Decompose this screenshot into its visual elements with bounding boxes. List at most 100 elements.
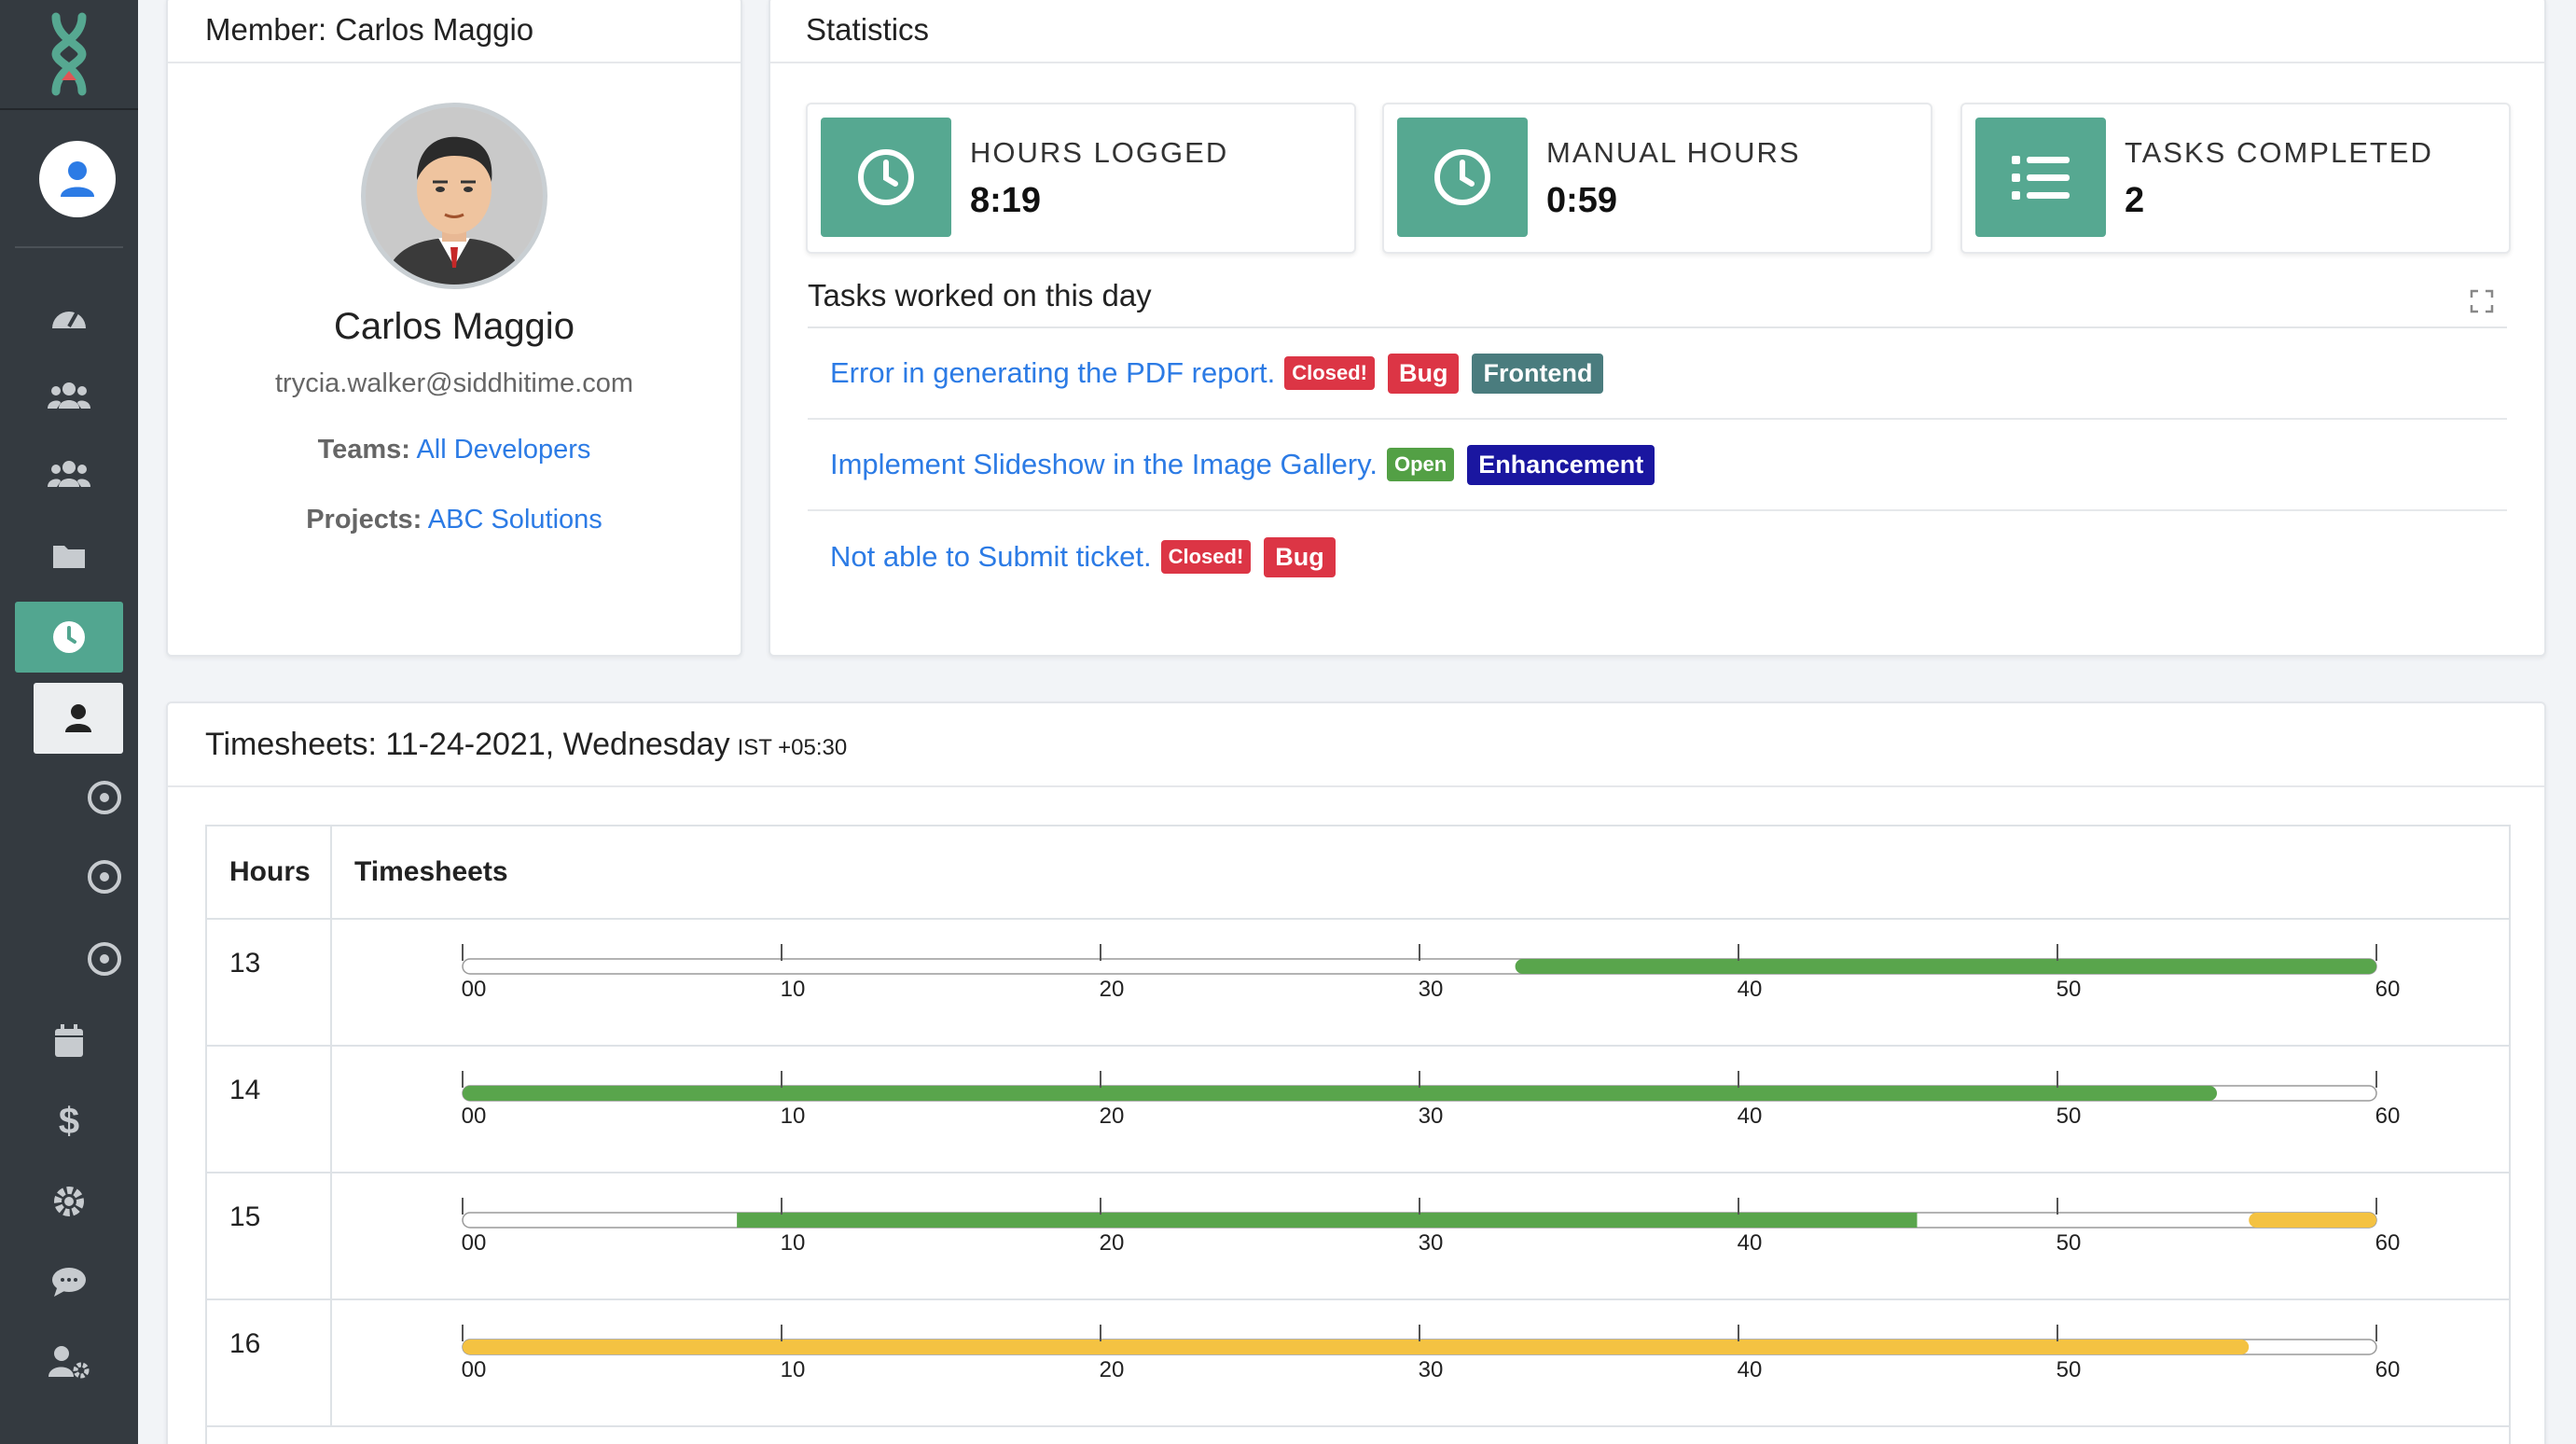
timeline-tick-label: 50: [2057, 1357, 2082, 1382]
users-icon: [48, 382, 90, 409]
member-card: Member: Carlos Maggio Carlos Maggio tryc…: [166, 0, 742, 657]
sidebar-subitem-radio-3[interactable]: [88, 942, 121, 976]
timeline-tick-label: 40: [1738, 1230, 1763, 1256]
tag-badge: Bug: [1387, 353, 1460, 394]
timeline-tick-label: 10: [781, 1230, 806, 1256]
user-icon: [61, 161, 94, 197]
user-avatar-button[interactable]: [39, 141, 116, 217]
sidebar-item-user-settings[interactable]: [15, 1326, 123, 1397]
expand-icon[interactable]: [2470, 289, 2494, 318]
member-teams: Teams: All Developers: [168, 435, 741, 465]
timeline-segment-tracked[interactable]: [463, 1086, 2217, 1101]
timeline-tick-label: 60: [2375, 1230, 2401, 1256]
sidebar-item-chat[interactable]: [15, 1246, 123, 1317]
list-icon: [1975, 118, 2106, 237]
statistics-card: Statistics HOURS LOGGED 8:19 MANUAL HOUR…: [769, 0, 2546, 657]
timeline-cell: 00 10 20 30 40 50 60: [332, 1047, 2509, 1172]
sidebar-item-settings[interactable]: [15, 1166, 123, 1237]
timeline-tick-label: 30: [1419, 1230, 1444, 1256]
clock-icon: [53, 621, 85, 653]
timeline-tick-label: 50: [2057, 1104, 2082, 1129]
timeline-tick-label: 20: [1100, 1357, 1125, 1382]
status-badge: Closed!: [1160, 540, 1252, 574]
projects-link[interactable]: ABC Solutions: [428, 505, 602, 535]
sidebar-item-teams[interactable]: [15, 438, 123, 509]
user-cog-icon: [48, 1346, 90, 1379]
app-logo[interactable]: [0, 0, 138, 110]
timeline-tick-label: 00: [462, 1104, 487, 1129]
member-projects: Projects: ABC Solutions: [168, 505, 741, 535]
status-badge: Open: [1386, 448, 1455, 481]
stat-manual-hours: MANUAL HOURS 0:59: [1382, 103, 1932, 254]
teams-link[interactable]: All Developers: [416, 435, 590, 465]
timeline-tick-label: 30: [1419, 977, 1444, 1002]
timeline-tick-label: 20: [1100, 1230, 1125, 1256]
col-timesheets: Timesheets: [354, 856, 508, 887]
sidebar-subitem-radio-1[interactable]: [88, 781, 121, 814]
sidebar-item-projects[interactable]: [15, 521, 123, 591]
timeline-tick-label: 30: [1419, 1104, 1444, 1129]
tag-badge: Frontend: [1472, 353, 1604, 394]
member-card-header: Member: Carlos Maggio: [168, 0, 741, 63]
teams-label: Teams:: [317, 435, 410, 465]
timeline-segment-manual[interactable]: [2249, 1213, 2376, 1228]
task-link[interactable]: Not able to Submit ticket.: [830, 540, 1152, 574]
stat-label: TASKS COMPLETED: [2125, 136, 2433, 169]
timesheet-row: 15 00 10 20 30 40 50 60: [207, 1173, 2509, 1300]
timeline-svg: 00 10 20 30 40 50 60: [462, 944, 2400, 1002]
timeline-tick-label: 60: [2375, 1357, 2401, 1382]
timeline-tick-label: 40: [1738, 1357, 1763, 1382]
gear-icon: [54, 1187, 84, 1216]
task-link[interactable]: Implement Slideshow in the Image Gallery…: [830, 448, 1378, 481]
timesheet-table-header: Hours Timesheets: [207, 826, 2509, 920]
timesheet-card: Timesheets: 11-24-2021, Wednesday IST +0…: [166, 701, 2546, 1444]
projects-label: Projects:: [306, 505, 422, 535]
timeline-tick-label: 00: [462, 1357, 487, 1382]
user-icon: [65, 704, 91, 732]
stat-label: HOURS LOGGED: [970, 136, 1229, 169]
clock-icon: [821, 118, 951, 237]
tasks-section-title: Tasks worked on this day: [808, 278, 1152, 312]
member-avatar-image: [366, 107, 543, 285]
task-link[interactable]: Error in generating the PDF report.: [830, 356, 1275, 390]
sidebar-subitem-member[interactable]: [34, 683, 123, 754]
hour-label: 14: [207, 1047, 332, 1172]
member-email: trycia.walker@siddhitime.com: [275, 368, 633, 398]
sidebar-subitem-radio-2[interactable]: [88, 860, 121, 894]
timeline-tick-label: 00: [462, 1230, 487, 1256]
col-hours: Hours: [207, 826, 332, 918]
timeline-cell: 00 10 20 30 40 50 60: [332, 920, 2509, 1045]
timeline-tick-label: 30: [1419, 1357, 1444, 1382]
timesheet-row: 13 00 10 20 30 40 50 60: [207, 920, 2509, 1047]
stat-value: 2: [2125, 181, 2145, 220]
timesheet-row: 14 00 10 20 30 40 50 60: [207, 1047, 2509, 1173]
calendar-icon: [55, 1024, 83, 1057]
hour-label: 15: [207, 1173, 332, 1298]
timeline-segment-tracked[interactable]: [737, 1213, 1918, 1228]
timeline-svg: 00 10 20 30 40 50 60: [462, 1198, 2401, 1256]
timeline-segment-manual[interactable]: [463, 1340, 2250, 1354]
statistics-card-header: Statistics: [770, 0, 2544, 63]
sidebar-item-dashboard[interactable]: [15, 280, 123, 351]
timesheet-header: Timesheets: 11-24-2021, Wednesday IST +0…: [168, 703, 2544, 787]
sidebar-item-timesheets[interactable]: [15, 602, 123, 673]
timeline-cell: 00 10 20 30 40 50 60: [332, 1300, 2509, 1425]
timeline-segment-tracked[interactable]: [1515, 959, 2376, 974]
timeline-tick-label: 10: [781, 1104, 806, 1129]
task-row: Implement Slideshow in the Image Gallery…: [808, 420, 2507, 511]
member-name: Carlos Maggio: [334, 306, 575, 347]
task-row: Not able to Submit ticket. Closed! Bug: [808, 511, 2507, 603]
sidebar-item-calendar[interactable]: [15, 1006, 123, 1076]
timeline-svg: 00 10 20 30 40 50 60: [462, 1325, 2401, 1382]
users-group-icon: [48, 461, 90, 487]
stat-label: MANUAL HOURS: [1546, 136, 1801, 169]
sidebar-item-users[interactable]: [15, 360, 123, 431]
stat-hours-logged: HOURS LOGGED 8:19: [806, 103, 1356, 254]
hourglass-logo-icon: [51, 12, 87, 96]
task-row: Error in generating the PDF report. Clos…: [808, 328, 2507, 420]
timesheet-table: Hours Timesheets 13 00 10 20 30 40 50 60 14 00 10 2…: [205, 825, 2511, 1444]
comment-icon: [52, 1268, 86, 1297]
sidebar-item-billing[interactable]: $: [15, 1086, 123, 1157]
status-badge: Closed!: [1284, 356, 1375, 390]
timeline-tick-label: 00: [462, 977, 487, 1002]
